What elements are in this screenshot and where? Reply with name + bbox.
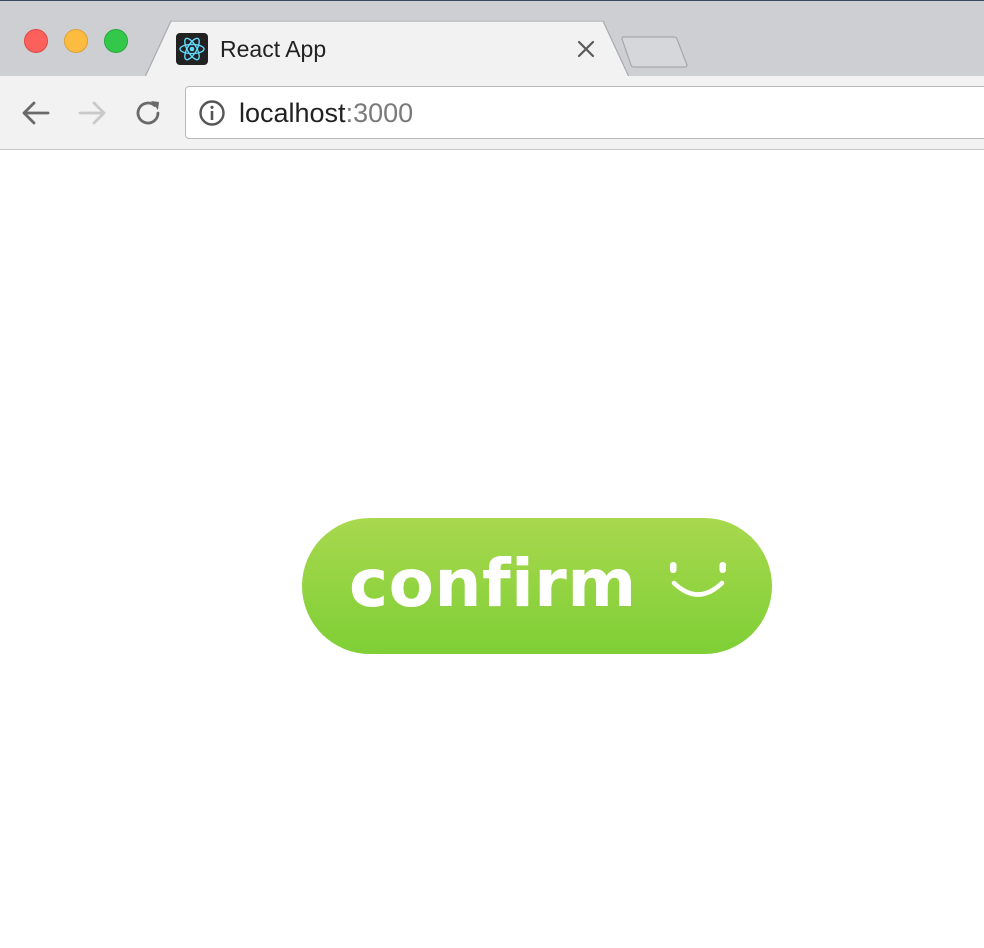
forward-arrow-icon[interactable] [75, 96, 109, 130]
window-maximize-button[interactable] [104, 29, 128, 53]
back-arrow-icon[interactable] [19, 96, 53, 130]
address-port: :3000 [345, 98, 414, 128]
confirm-button-label: confirm [349, 545, 637, 622]
reload-icon[interactable] [131, 96, 165, 130]
new-tab-icon[interactable] [620, 35, 690, 69]
close-icon[interactable] [575, 38, 597, 60]
confirm-button[interactable]: confirm [302, 518, 772, 654]
address-host: localhost [239, 98, 346, 128]
page-viewport: confirm [0, 151, 984, 948]
smile-icon [666, 556, 730, 604]
tab-outline [145, 20, 629, 78]
info-icon[interactable] [198, 99, 226, 127]
window-close-button[interactable] [24, 29, 48, 53]
window-minimize-button[interactable] [64, 29, 88, 53]
tab-title: React App [220, 36, 327, 62]
browser-toolbar: localhost:3000 [0, 76, 984, 150]
address-bar[interactable]: localhost:3000 [185, 86, 984, 139]
react-logo-icon [176, 33, 208, 65]
address-url[interactable]: localhost:3000 [239, 87, 413, 140]
browser-titlebar: React App [0, 0, 984, 78]
